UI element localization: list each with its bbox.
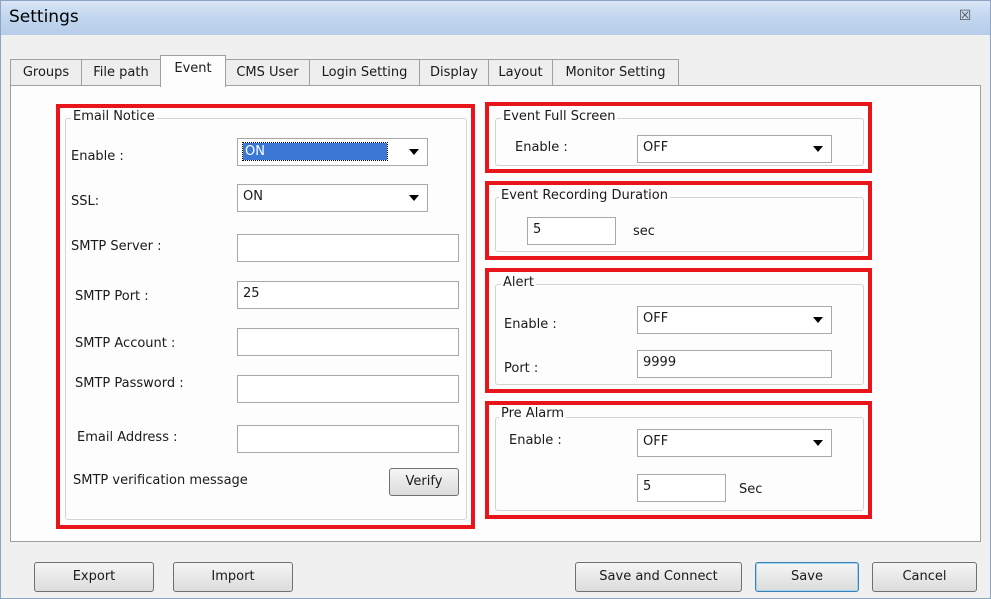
chevron-down-icon (409, 149, 419, 155)
chevron-down-icon (409, 195, 419, 201)
tab-event[interactable]: Event (160, 55, 226, 87)
recording-duration-input[interactable]: 5 (527, 217, 616, 245)
alert-title: Alert (501, 275, 536, 290)
pre-alarm-seconds-unit: Sec (739, 482, 763, 497)
alert-port-label: Port : (504, 361, 539, 376)
pre-alarm-enable-select[interactable]: OFF (637, 429, 832, 457)
email-enable-select[interactable]: ON (237, 138, 428, 166)
chevron-down-icon (813, 317, 823, 323)
smtp-password-input[interactable] (237, 375, 459, 403)
close-icon[interactable]: ☒ (954, 6, 976, 26)
ssl-select[interactable]: ON (237, 184, 428, 212)
window-title: Settings (9, 7, 79, 27)
full-screen-enable-label: Enable : (515, 140, 568, 155)
pre-alarm-title: Pre Alarm (499, 406, 567, 421)
pre-alarm-enable-value: OFF (643, 434, 669, 449)
tab-display[interactable]: Display (419, 59, 489, 85)
full-screen-enable-value: OFF (643, 140, 669, 155)
smtp-server-input[interactable] (237, 234, 459, 262)
export-button[interactable]: Export (34, 562, 154, 592)
chevron-down-icon (813, 146, 823, 152)
smtp-account-label: SMTP Account : (75, 336, 176, 351)
import-button[interactable]: Import (173, 562, 293, 592)
email-address-input[interactable] (237, 425, 459, 453)
settings-window: Settings ☒ Groups File path Event CMS Us… (0, 0, 991, 599)
full-screen-enable-select[interactable]: OFF (637, 135, 832, 163)
verify-button[interactable]: Verify (389, 468, 459, 496)
alert-port-input[interactable]: 9999 (637, 350, 832, 378)
tab-file-path[interactable]: File path (81, 59, 161, 85)
alert-enable-value: OFF (643, 311, 669, 326)
smtp-account-input[interactable] (237, 328, 459, 356)
smtp-port-label: SMTP Port : (75, 289, 149, 304)
email-notice-group (65, 118, 467, 520)
tab-login-setting[interactable]: Login Setting (309, 59, 420, 85)
save-and-connect-button[interactable]: Save and Connect (575, 562, 742, 592)
email-notice-title: Email Notice (71, 109, 157, 124)
tab-groups[interactable]: Groups (10, 59, 82, 85)
event-full-screen-title: Event Full Screen (501, 109, 618, 124)
pre-alarm-enable-label: Enable : (509, 433, 562, 448)
email-address-label: Email Address : (77, 430, 178, 445)
alert-enable-label: Enable : (504, 317, 557, 332)
ssl-value: ON (243, 189, 263, 204)
alert-enable-select[interactable]: OFF (637, 306, 832, 334)
smtp-verification-label: SMTP verification message (73, 473, 248, 488)
tab-cms-user[interactable]: CMS User (225, 59, 310, 85)
cancel-button[interactable]: Cancel (872, 562, 977, 592)
pre-alarm-seconds-input[interactable]: 5 (637, 474, 726, 502)
tab-monitor-setting[interactable]: Monitor Setting (552, 59, 679, 85)
chevron-down-icon (813, 440, 823, 446)
smtp-password-label: SMTP Password : (75, 376, 184, 391)
event-recording-duration-title: Event Recording Duration (499, 188, 670, 203)
email-enable-label: Enable : (71, 149, 124, 164)
recording-duration-unit: sec (633, 224, 655, 239)
email-enable-value: ON (242, 142, 388, 161)
tab-layout[interactable]: Layout (488, 59, 553, 85)
ssl-label: SSL: (71, 194, 100, 209)
smtp-port-input[interactable]: 25 (237, 281, 459, 309)
title-bar: Settings ☒ (1, 1, 990, 35)
save-button[interactable]: Save (755, 562, 859, 592)
smtp-server-label: SMTP Server : (71, 239, 162, 254)
